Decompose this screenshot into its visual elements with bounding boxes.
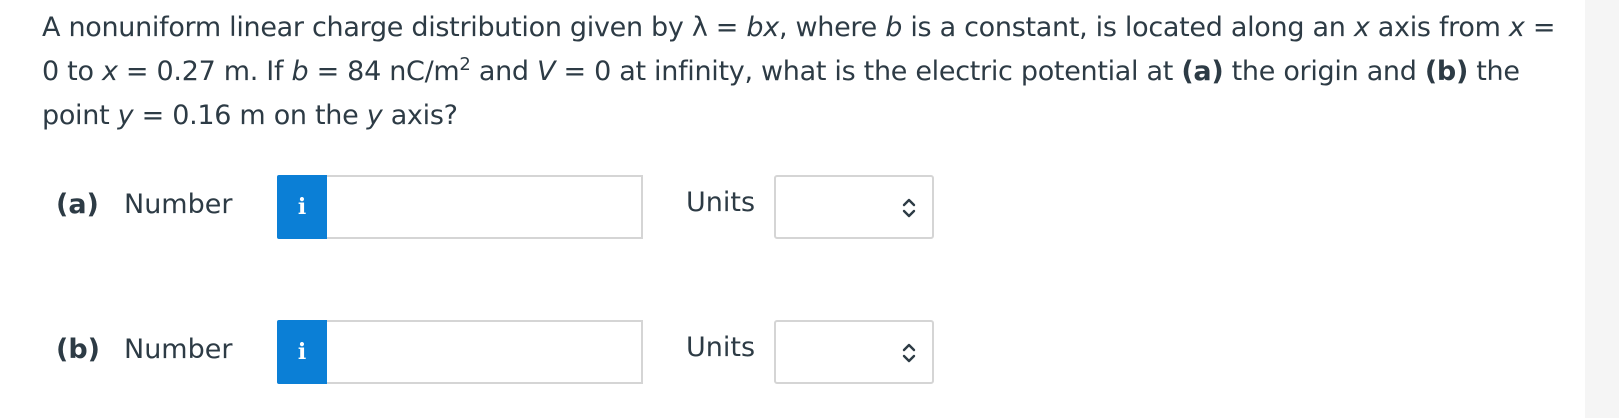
question-segment: = 84 nC/m (308, 56, 460, 87)
part-b-number-input[interactable] (327, 320, 643, 384)
part-a-number-label: Number (124, 189, 233, 220)
question-segment: (b) (1424, 56, 1468, 87)
part-a-number-input[interactable] (327, 175, 643, 239)
question-segment: x (1508, 12, 1525, 43)
question-card: A nonuniform linear charge distribution … (0, 0, 1585, 418)
part-a-units-select[interactable] (774, 175, 934, 239)
part-b-number-label: Number (124, 334, 233, 365)
question-segment: and (470, 56, 538, 87)
question-segment: = 0.27 m. If (117, 56, 292, 87)
info-icon: i (297, 339, 307, 365)
question-segment: axis? (382, 100, 458, 131)
question-segment: y (117, 100, 134, 131)
info-icon: i (297, 194, 307, 220)
part-b-row: (b) Number i Units (0, 320, 1000, 386)
part-b-units-select[interactable] (774, 320, 934, 384)
question-segment: x (101, 56, 118, 87)
part-b-label: (b) (56, 334, 101, 365)
question-segment: 2 (459, 54, 471, 75)
question-segment: b (291, 56, 309, 87)
question-segment: y (366, 100, 383, 131)
part-a-info-button[interactable]: i (277, 175, 327, 239)
question-segment: b (885, 12, 903, 43)
part-a-row: (a) Number i Units (0, 175, 1000, 241)
question-segment: the origin and (1223, 56, 1425, 87)
question-segment: = 0.16 m on the (133, 100, 367, 131)
question-segment: axis from (1369, 12, 1509, 43)
question-segment: x (1353, 12, 1370, 43)
question-segment: A nonuniform linear charge distribution … (42, 12, 747, 43)
part-b-units-label: Units (686, 332, 756, 363)
updown-chevron-icon (902, 343, 916, 363)
question-segment: bx (746, 12, 779, 43)
question-text: A nonuniform linear charge distribution … (42, 6, 1562, 138)
question-segment: (a) (1181, 56, 1224, 87)
question-segment: V (537, 56, 556, 87)
question-segment: is a constant, is located along an (902, 12, 1354, 43)
part-b-info-button[interactable]: i (277, 320, 327, 384)
part-a-units-label: Units (686, 187, 756, 218)
updown-chevron-icon (902, 198, 916, 218)
part-a-label: (a) (56, 189, 99, 220)
question-segment: = 0 at infinity, what is the electric po… (555, 56, 1182, 87)
question-segment: , where (778, 12, 886, 43)
